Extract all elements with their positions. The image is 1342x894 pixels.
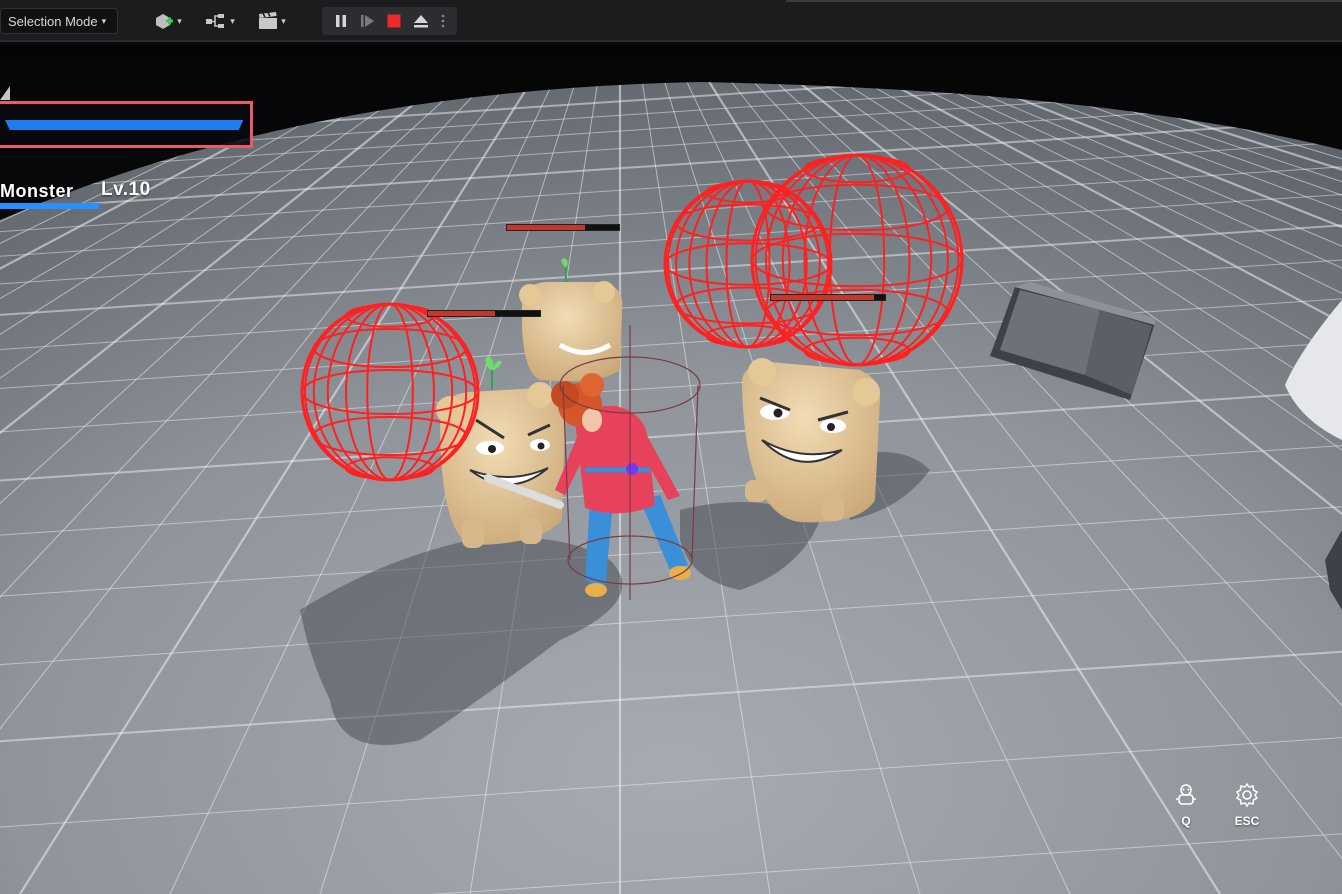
- cinematics-icon: [259, 12, 278, 29]
- game-scene: [0, 44, 1342, 894]
- eject-icon[interactable]: [412, 13, 430, 29]
- hotkey-esc[interactable]: ESC: [1227, 782, 1267, 828]
- enemy-health-bar: [427, 310, 541, 317]
- target-monster-level: Lv.10: [101, 179, 151, 200]
- add-actor-icon: [156, 14, 174, 29]
- add-actor-button[interactable]: ▾: [146, 8, 190, 34]
- editor-toolbar: Selection Mode ▾ ▾ ▾ ▾: [0, 0, 1342, 42]
- enemy-health-fill: [428, 311, 496, 316]
- chevron-down-icon: ▾: [101, 15, 107, 26]
- selection-mode-dropdown[interactable]: Selection Mode ▾: [0, 8, 118, 34]
- hotkey-label: Q: [1181, 814, 1191, 828]
- pause-icon[interactable]: [333, 13, 349, 29]
- selection-mode-label: Selection Mode: [8, 13, 98, 29]
- cinematics-button[interactable]: ▾: [250, 8, 294, 34]
- enemy-health-fill: [507, 225, 586, 230]
- player-health-bar: [5, 120, 244, 130]
- toolbar-divider: [786, 0, 1342, 2]
- chevron-down-icon: ▾: [281, 15, 286, 26]
- target-monster-name: Monster: [0, 181, 74, 201]
- enemy-right: [741, 358, 881, 523]
- hotkey-label: ESC: [1234, 814, 1260, 828]
- character-icon: [1176, 784, 1196, 805]
- stop-icon[interactable]: [386, 13, 402, 29]
- play-controls: [322, 7, 457, 35]
- player-health-frame: [0, 101, 253, 148]
- chevron-down-icon: ▾: [177, 15, 182, 26]
- enemy-health-bar: [770, 294, 886, 301]
- settings-gear-icon: [1235, 782, 1259, 808]
- enemy-health-fill: [771, 295, 874, 300]
- blueprint-icon: [206, 14, 225, 28]
- more-options-icon[interactable]: [440, 13, 446, 29]
- hotkey-q[interactable]: Q: [1166, 782, 1206, 828]
- chevron-down-icon: ▾: [230, 15, 235, 26]
- blueprint-button[interactable]: ▾: [198, 8, 242, 34]
- game-viewport[interactable]: [0, 44, 1342, 894]
- target-name-underline: [0, 203, 101, 209]
- enemy-health-bar: [506, 224, 620, 231]
- step-frame-icon[interactable]: [359, 13, 377, 29]
